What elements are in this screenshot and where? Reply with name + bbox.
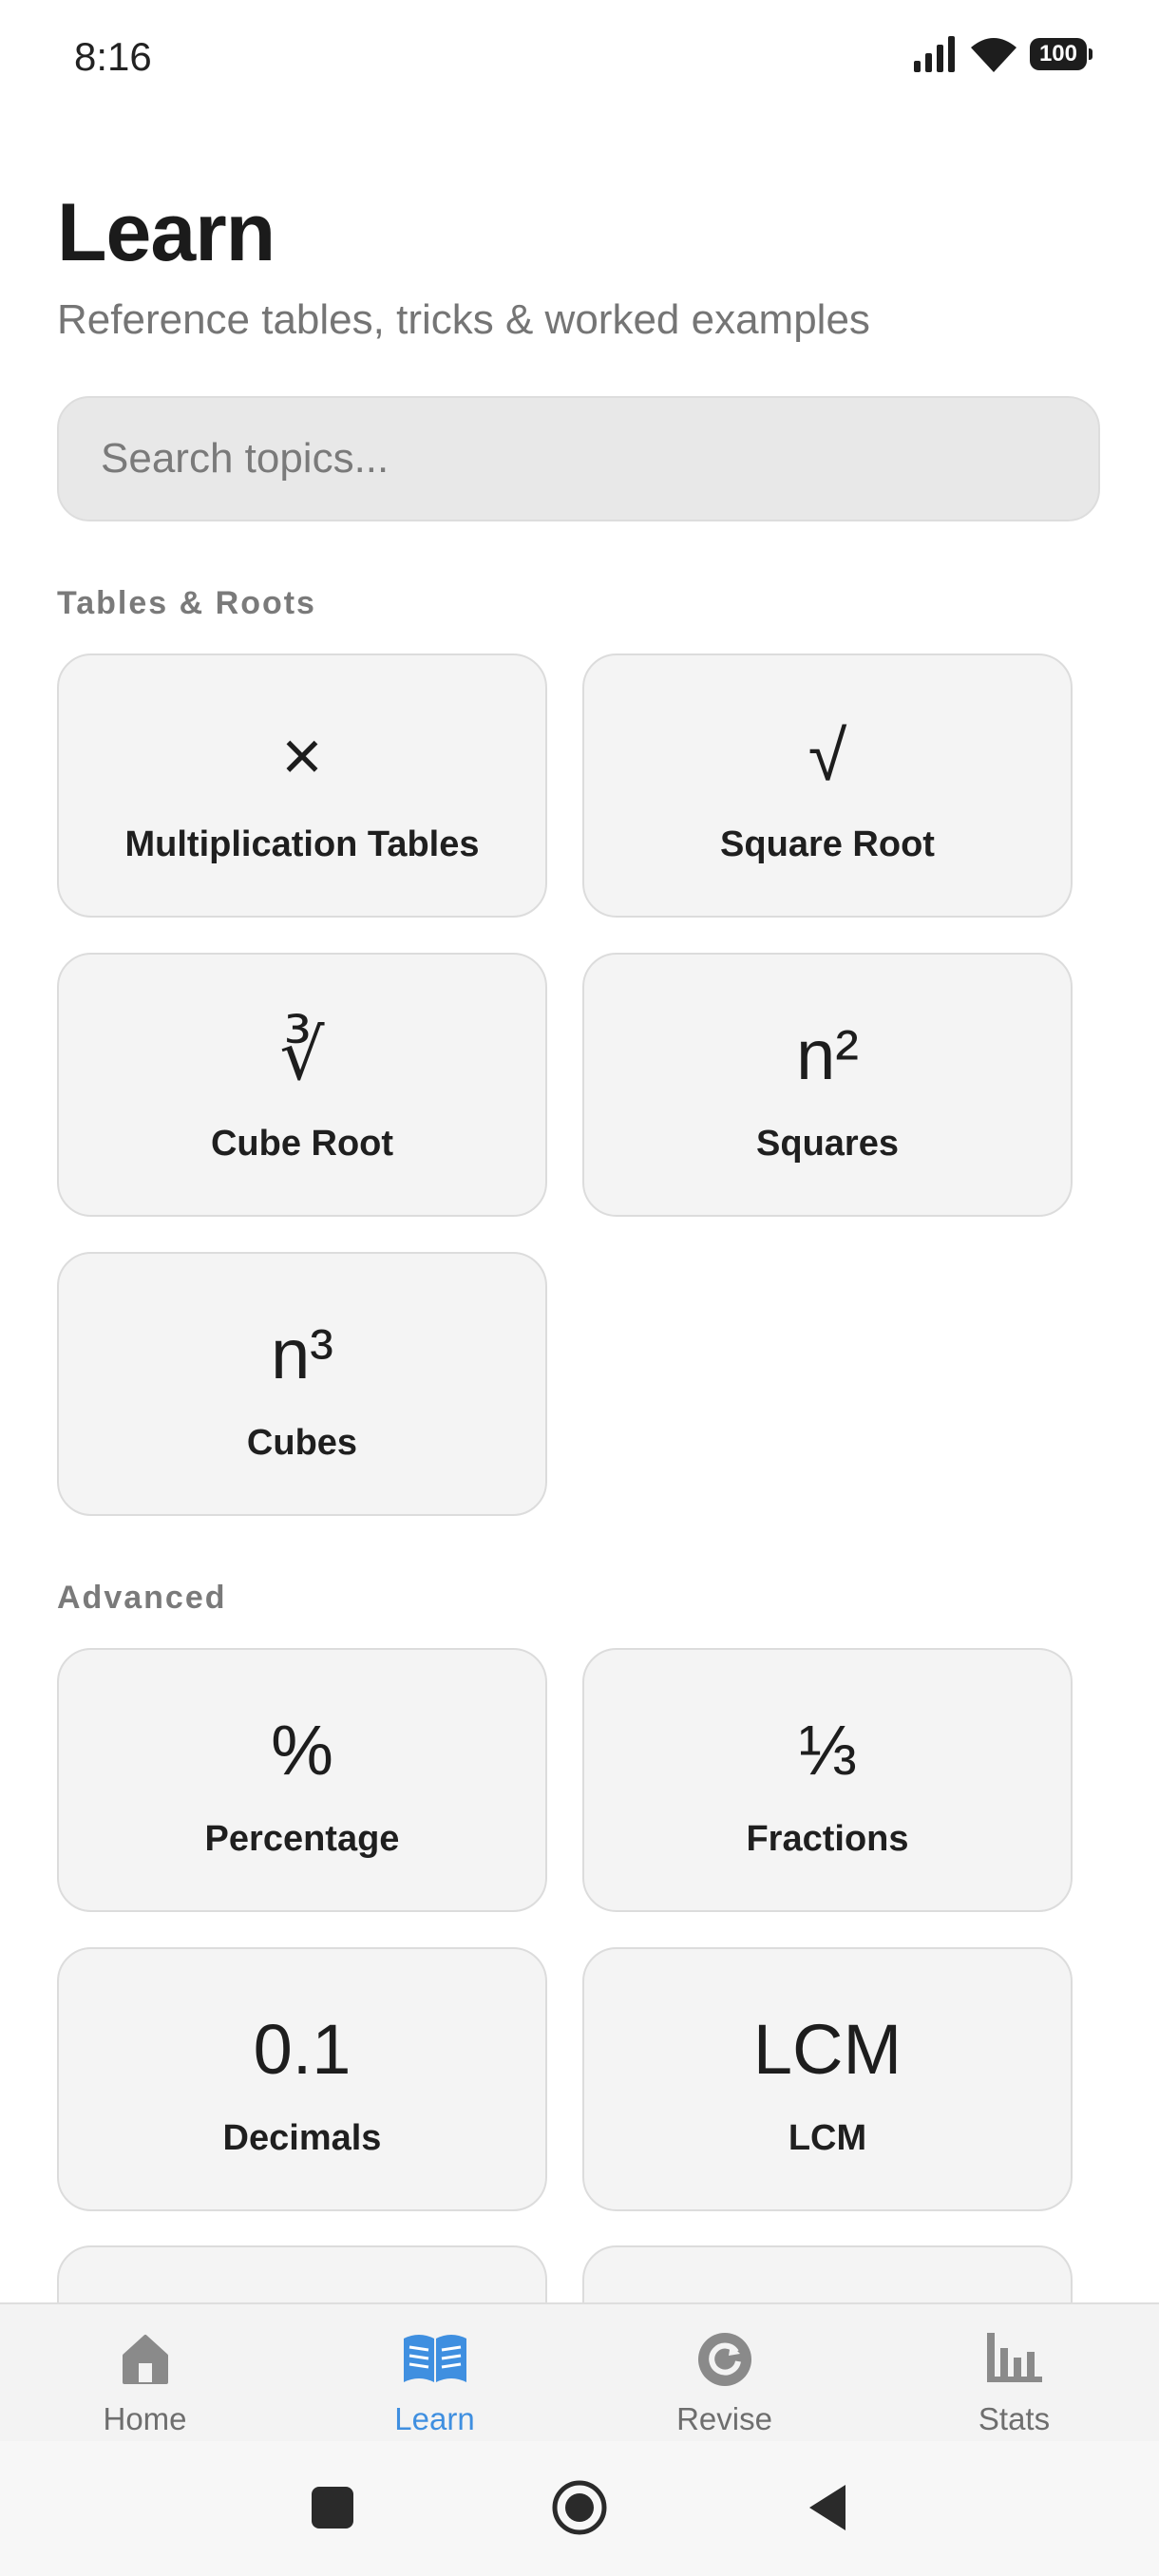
back-icon[interactable]	[804, 2479, 849, 2536]
cubes-icon: n³	[271, 1315, 333, 1393]
topic-card-lcm[interactable]: LCM LCM	[582, 1947, 1073, 2211]
section-label-advanced: Advanced	[57, 1580, 227, 1616]
status-time: 8:16	[74, 34, 152, 79]
bar-chart-icon	[986, 2333, 1042, 2382]
page-title: Learn	[57, 187, 276, 278]
page-subtitle: Reference tables, tricks & worked exampl…	[57, 296, 870, 343]
cube-root-icon: ∛	[279, 1015, 325, 1094]
squares-icon: n²	[796, 1015, 859, 1094]
card-label: Cube Root	[210, 1124, 394, 1164]
card-label: Multiplication Tables	[124, 824, 480, 864]
nav-label-revise: Revise	[676, 2401, 772, 2436]
multiply-icon: ×	[281, 716, 323, 795]
nav-label-stats: Stats	[978, 2401, 1051, 2436]
topic-card-decimals[interactable]: 0.1 Decimals	[57, 1947, 547, 2211]
nav-tab-home[interactable]: Home	[0, 2304, 290, 2441]
home-icon	[122, 2335, 168, 2384]
nav-tab-stats[interactable]: Stats	[869, 2304, 1159, 2441]
wifi-icon	[970, 38, 1016, 72]
home-button-icon[interactable]	[549, 2479, 610, 2536]
card-label: Squares	[756, 1124, 899, 1164]
percent-icon: %	[271, 1711, 333, 1790]
search-input[interactable]	[59, 398, 1098, 520]
battery-indicator: 100	[1029, 38, 1093, 70]
topic-card-cubes[interactable]: n³ Cubes	[57, 1252, 547, 1516]
nav-label-learn: Learn	[394, 2401, 475, 2436]
status-bar: 8:16 100	[0, 0, 1159, 114]
topic-card-cube-root[interactable]: ∛ Cube Root	[57, 953, 547, 1217]
system-nav-bar	[0, 2441, 1159, 2576]
nav-tab-revise[interactable]: Revise	[580, 2304, 869, 2441]
decimal-icon: 0.1	[253, 2010, 352, 2089]
lcm-icon: LCM	[752, 2010, 902, 2089]
card-label: Fractions	[746, 1819, 909, 1859]
refresh-icon	[697, 2333, 751, 2386]
topic-card-squares[interactable]: n² Squares	[582, 953, 1073, 1217]
section-label-tables-roots: Tables & Roots	[57, 585, 316, 621]
recent-apps-icon[interactable]	[310, 2479, 355, 2536]
topic-card-percentage[interactable]: % Percentage	[57, 1648, 547, 1912]
card-label: Decimals	[222, 2118, 382, 2158]
nav-tab-learn[interactable]: Learn	[290, 2304, 580, 2441]
topic-card-fractions[interactable]: ⅓ Fractions	[582, 1648, 1073, 1912]
card-label: Cubes	[246, 1423, 358, 1463]
book-icon	[403, 2335, 466, 2382]
nav-label-home: Home	[103, 2401, 187, 2436]
search-box	[57, 396, 1100, 521]
status-icons: 100	[912, 36, 1093, 72]
bottom-nav: Home Learn Revise Stats	[0, 2302, 1159, 2441]
card-label: Percentage	[204, 1819, 400, 1859]
signal-icon	[913, 36, 955, 72]
topic-card-multiplication-tables[interactable]: × Multiplication Tables	[57, 653, 547, 918]
card-label: Square Root	[720, 824, 935, 864]
card-label: LCM	[788, 2118, 867, 2158]
topic-card-square-root[interactable]: √ Square Root	[582, 653, 1073, 918]
square-root-icon: √	[808, 716, 847, 795]
fraction-icon: ⅓	[798, 1711, 857, 1790]
